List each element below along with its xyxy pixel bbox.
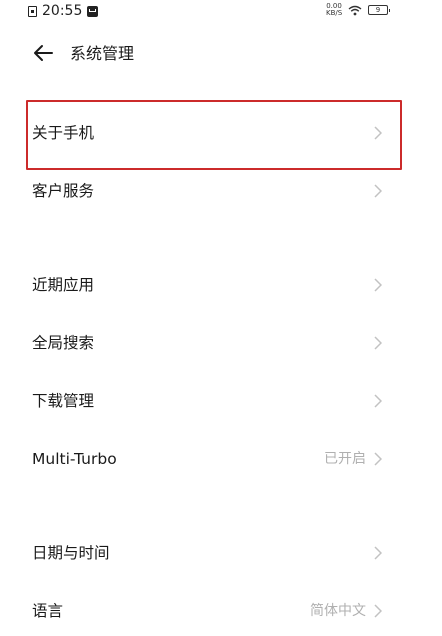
row-label: 语言 — [32, 602, 64, 620]
sim-card-icon — [28, 5, 37, 17]
wifi-icon — [348, 5, 362, 15]
settings-row-download-management[interactable]: 下载管理 — [0, 376, 442, 426]
chevron-right-icon — [374, 184, 382, 198]
row-label: Multi-Turbo — [32, 450, 117, 468]
row-value: 已开启 — [324, 451, 366, 467]
network-speed: 0.00 KB/S — [326, 3, 342, 17]
chevron-right-icon — [374, 278, 382, 292]
status-left: 20:55 — [28, 3, 99, 19]
page-title: 系统管理 — [70, 44, 135, 63]
highlight-box — [26, 100, 402, 170]
back-arrow-icon[interactable] — [32, 44, 54, 62]
chevron-right-icon — [374, 336, 382, 350]
row-value: 简体中文 — [310, 603, 366, 619]
message-notification-icon — [87, 5, 99, 17]
status-right: 0.00 KB/S 9 — [326, 3, 390, 17]
row-label: 日期与时间 — [32, 544, 110, 562]
settings-row-global-search[interactable]: 全局搜索 — [0, 318, 442, 368]
settings-row-multi-turbo[interactable]: Multi-Turbo 已开启 — [0, 434, 442, 484]
network-speed-unit: KB/S — [326, 9, 343, 17]
battery-icon: 9 — [368, 5, 390, 15]
row-label: 全局搜索 — [32, 334, 95, 352]
settings-row-date-time[interactable]: 日期与时间 — [0, 528, 442, 578]
status-bar: 20:55 0.00 KB/S 9 — [0, 0, 442, 24]
status-time: 20:55 — [42, 3, 83, 19]
page-header: 系统管理 — [0, 38, 442, 70]
settings-row-recent-apps[interactable]: 近期应用 — [0, 260, 442, 310]
chevron-right-icon — [374, 394, 382, 408]
settings-row-customer-service[interactable]: 客户服务 — [0, 166, 442, 216]
row-label: 下载管理 — [32, 392, 95, 410]
chevron-right-icon — [374, 546, 382, 560]
chevron-right-icon — [374, 604, 382, 618]
row-label: 客户服务 — [32, 182, 95, 200]
chevron-right-icon — [374, 452, 382, 466]
row-label: 近期应用 — [32, 276, 95, 294]
settings-row-language[interactable]: 语言 简体中文 — [0, 586, 442, 636]
